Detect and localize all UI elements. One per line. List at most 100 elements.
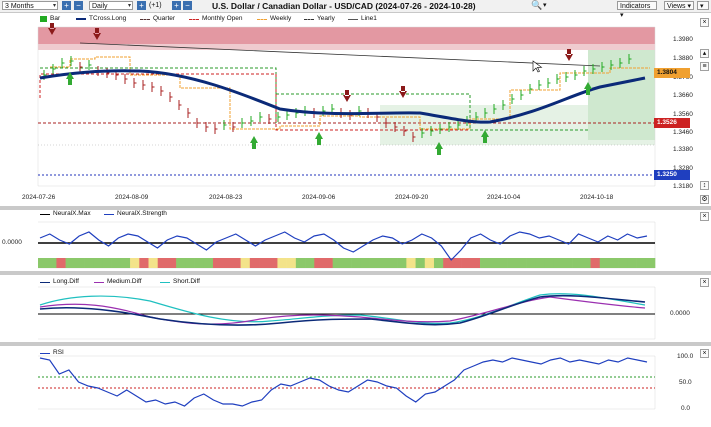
chevron-down-icon[interactable]: ▾	[543, 1, 547, 10]
price-tick: 1.3980	[673, 36, 693, 43]
range-value: 3 Months	[5, 3, 34, 10]
neural-strip-cell	[176, 258, 186, 268]
close-panel-button[interactable]: ×	[700, 212, 709, 221]
neural-strip-cell	[295, 258, 306, 268]
range-select[interactable]: 3 Months ▾	[2, 1, 58, 10]
neural-strip-cell	[157, 258, 168, 268]
price-tick: 1.3880	[673, 55, 693, 62]
neural-strip-cell	[93, 258, 103, 268]
neural-strip-cell	[498, 258, 508, 268]
rsi-chart	[38, 355, 656, 410]
offset-minus-button[interactable]: −	[183, 1, 192, 10]
neural-strip-cell	[111, 258, 122, 268]
date-tick: 2024-08-09	[115, 194, 149, 201]
neural-strip-cell	[480, 258, 490, 268]
down-arrow-icon	[399, 86, 407, 98]
settings-button[interactable]: ⚙	[700, 195, 709, 204]
neural-strip-cell	[47, 258, 57, 268]
long-diff-line	[39, 294, 646, 326]
neural-strip-cell	[397, 258, 407, 268]
neural-strip-cell	[415, 258, 426, 268]
price-tick: 1.3560	[673, 111, 693, 118]
neural-strip-cell	[286, 258, 297, 268]
neural-strip-cell	[314, 258, 324, 268]
diff-chart	[38, 286, 656, 340]
neural-strip-cell	[544, 258, 555, 268]
neural-strip-cell	[507, 258, 518, 268]
neural-strip-cell	[38, 258, 48, 268]
neural-strip-cell	[240, 258, 251, 268]
close-panel-button[interactable]: ×	[700, 349, 709, 358]
neural-color-strip	[38, 258, 656, 268]
rsi-line	[39, 357, 648, 407]
neural-strip-cell	[608, 258, 619, 268]
neural-strip-cell	[185, 258, 195, 268]
low-price-badge: 1.3250	[654, 170, 690, 180]
neural-strip-cell	[636, 258, 647, 268]
rsi-grid	[38, 355, 656, 410]
neural-strip-cell	[461, 258, 472, 268]
neural-strip-cell	[222, 258, 232, 268]
offset-plus-button[interactable]: +	[172, 1, 181, 10]
date-tick: 2024-08-23	[209, 194, 243, 201]
indicators-button[interactable]: Indicators ▾	[617, 1, 657, 19]
current-price-badge: 1.3804	[654, 68, 690, 78]
neural-strip-cell	[406, 258, 416, 268]
up-arrow-icon	[315, 132, 323, 145]
neural-strip-cell	[268, 258, 278, 268]
diff-panel: Long.Diff Medium.Diff Short.Diff 0.0000 …	[0, 275, 711, 343]
add-bar-button[interactable]: +	[137, 1, 146, 10]
neural-strip-cell	[102, 258, 112, 268]
neural-strip-cell	[259, 258, 269, 268]
date-tick: 2024-09-06	[302, 194, 336, 201]
price-tick: 1.3380	[673, 146, 693, 153]
neural-strip-cell	[341, 258, 352, 268]
resistance-zone	[38, 27, 655, 44]
interval-select[interactable]: Daily ▾	[89, 1, 133, 10]
date-tick: 2024-07-26	[22, 194, 56, 201]
support-zone-lower	[380, 105, 655, 145]
date-tick: 2024-09-20	[395, 194, 429, 201]
neural-strip-cell	[645, 258, 656, 268]
neural-strip-cell	[424, 258, 435, 268]
neural-strip-cell	[194, 258, 205, 268]
neural-strip-cell	[516, 258, 527, 268]
chart-title: U.S. Dollar / Canadian Dollar - USD/CAD …	[212, 1, 476, 11]
neural-strip-cell	[305, 258, 315, 268]
close-panel-button[interactable]: ×	[700, 18, 709, 27]
neural-strip-cell	[203, 258, 214, 268]
neural-panel: NeuralX.Max NeuralX.Strength 0.0000 ×	[0, 210, 711, 272]
date-tick: 2024-10-18	[580, 194, 614, 201]
zoom-in-button[interactable]: +	[62, 1, 71, 10]
price-chart[interactable]	[0, 13, 711, 208]
views-button[interactable]: Views ▾	[664, 1, 694, 10]
zoom-out-button[interactable]: −	[74, 1, 83, 10]
neural-strip-cell	[231, 258, 241, 268]
neural-strip-cell	[332, 258, 343, 268]
neural-strip-cell	[581, 258, 591, 268]
down-arrow-icon	[343, 90, 351, 102]
rsi-panel: RSI 100.0 50.0 0.0 ×	[0, 346, 711, 427]
menu-button[interactable]: ≡	[700, 62, 709, 71]
quarter-price-badge: 1.3526	[654, 118, 690, 128]
neural-strip-cell	[553, 258, 564, 268]
search-icon[interactable]: 🔍	[531, 1, 542, 10]
zoom-fit-button[interactable]: ↕	[700, 181, 709, 190]
price-tick: 1.3660	[673, 92, 693, 99]
neural-strip-cell	[65, 258, 76, 268]
indicators-label: Indicators	[620, 3, 651, 10]
neural-strip-cell	[120, 258, 131, 268]
medium-diff-line	[39, 296, 646, 325]
neural-chart	[38, 221, 656, 269]
neural-strip-cell	[56, 258, 66, 268]
close-panel-button[interactable]: ×	[700, 278, 709, 287]
chevron-down-icon: ▾	[52, 3, 56, 9]
neural-strip-cell	[130, 258, 140, 268]
views-label: Views	[667, 3, 686, 10]
neural-strip-cell	[599, 258, 610, 268]
scroll-up-button[interactable]: ▴	[700, 49, 709, 58]
neural-strip-cell	[562, 258, 573, 268]
cursor-pointer	[532, 60, 543, 73]
price-panel: Bar TCross.Long Quarter Monthly Open Wee…	[0, 13, 711, 208]
window-menu-button[interactable]: ▾	[697, 1, 709, 10]
